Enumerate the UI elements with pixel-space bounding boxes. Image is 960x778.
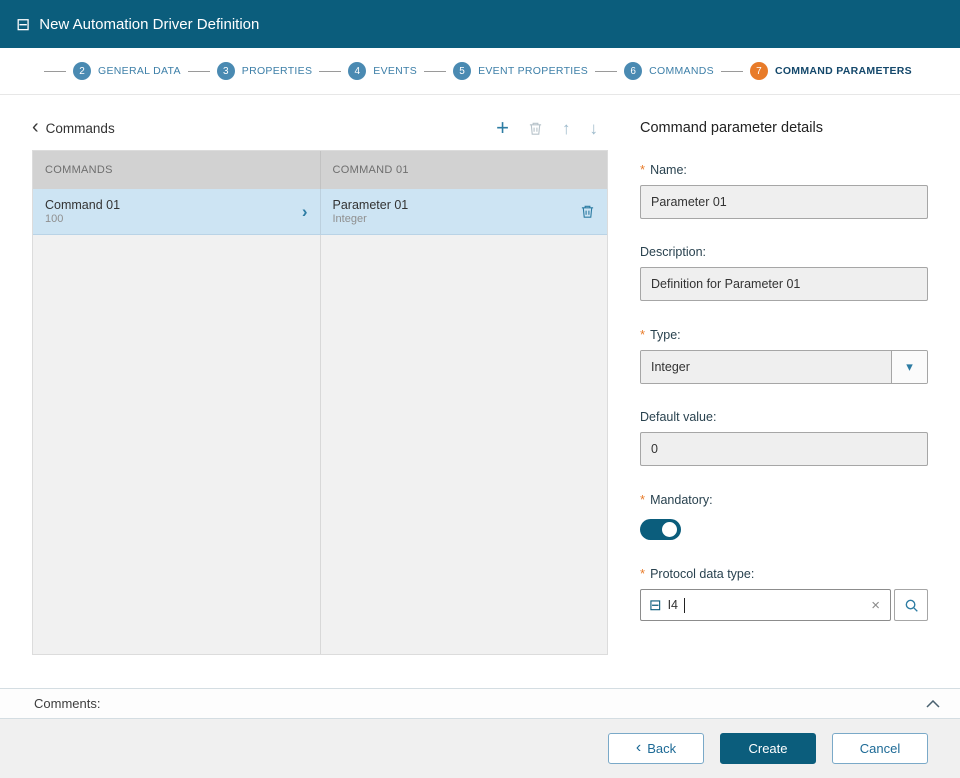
chevron-left-icon: ‹: [32, 117, 39, 137]
back-button[interactable]: ‹ Back: [608, 733, 704, 764]
clear-icon[interactable]: ×: [869, 598, 882, 613]
required-marker: *: [640, 566, 645, 581]
step-connector-line: [319, 71, 341, 72]
type-select-value: Integer: [641, 351, 891, 383]
step-label: EVENT PROPERTIES: [478, 65, 588, 77]
step-label: EVENTS: [373, 65, 417, 77]
new-automation-driver-dialog: ⊟ New Automation Driver Definition 2 GEN…: [0, 0, 960, 778]
column-header-commands: COMMANDS: [33, 151, 320, 189]
name-label: * Name:: [640, 162, 928, 177]
chevron-down-icon[interactable]: ▾: [891, 351, 927, 383]
step-number-badge: 2: [73, 62, 91, 80]
trash-icon[interactable]: [580, 204, 595, 219]
command-list-item[interactable]: Command 01 100 ›: [33, 189, 320, 235]
step-general-data[interactable]: 2 GENERAL DATA: [44, 62, 188, 80]
step-label: GENERAL DATA: [98, 65, 181, 77]
mandatory-toggle[interactable]: [640, 519, 681, 540]
protocol-data-type-label: * Protocol data type:: [640, 566, 928, 581]
commands-panel-header: ‹ Commands + ↑ ↓: [32, 110, 608, 146]
step-label: COMMANDS: [649, 65, 714, 77]
footer: ‹ Back Create Cancel: [0, 719, 960, 778]
protocol-data-type-row: ⊟ I4 ×: [640, 589, 928, 621]
step-properties[interactable]: 3 PROPERTIES: [188, 62, 320, 80]
text-cursor: [684, 598, 685, 613]
step-number-badge: 4: [348, 62, 366, 80]
parameter-list-item[interactable]: Parameter 01 Integer: [320, 189, 608, 235]
trash-icon[interactable]: [528, 121, 543, 136]
commands-back-button[interactable]: ‹ Commands: [32, 120, 115, 137]
type-label: * Type:: [640, 327, 928, 342]
command-subtitle: 100: [45, 213, 120, 225]
table-row: Command 01 100 › Parameter 01 Integer: [33, 189, 607, 235]
protocol-data-type-value: I4: [668, 598, 678, 612]
table-empty-area: [33, 235, 607, 654]
parameter-subtitle: Integer: [333, 213, 409, 225]
description-field[interactable]: [640, 267, 928, 301]
step-connector-line: [424, 71, 446, 72]
add-icon[interactable]: +: [496, 117, 509, 139]
step-number-badge: 3: [217, 62, 235, 80]
table-header-row: COMMANDS COMMAND 01: [33, 151, 607, 189]
step-number-badge: 5: [453, 62, 471, 80]
parameters-empty-column: [320, 235, 608, 654]
command-parameter-details-panel: Command parameter details * Name: Descri…: [640, 110, 928, 621]
mandatory-label: * Mandatory:: [640, 492, 928, 507]
arrow-up-icon[interactable]: ↑: [562, 120, 571, 137]
details-title: Command parameter details: [640, 120, 928, 136]
name-field[interactable]: [640, 185, 928, 219]
step-label: COMMAND PARAMETERS: [775, 65, 912, 77]
required-marker: *: [640, 162, 645, 177]
titlebar: ⊟ New Automation Driver Definition: [0, 0, 960, 48]
commands-toolbar: + ↑ ↓: [496, 117, 608, 139]
step-event-properties[interactable]: 5 EVENT PROPERTIES: [424, 62, 595, 80]
column-header-command-01: COMMAND 01: [320, 151, 608, 189]
parameter-title: Parameter 01: [333, 198, 409, 212]
chevron-right-icon[interactable]: ›: [302, 202, 308, 222]
arrow-down-icon[interactable]: ↓: [590, 120, 599, 137]
required-marker: *: [640, 327, 645, 342]
create-button[interactable]: Create: [720, 733, 816, 764]
type-select[interactable]: Integer ▾: [640, 350, 928, 384]
step-events[interactable]: 4 EVENTS: [319, 62, 424, 80]
driver-icon: ⊟: [16, 16, 30, 33]
step-command-parameters[interactable]: 7 COMMAND PARAMETERS: [721, 62, 919, 80]
toggle-knob: [662, 522, 677, 537]
step-number-badge: 6: [624, 62, 642, 80]
default-value-field[interactable]: [640, 432, 928, 466]
protocol-data-type-field[interactable]: ⊟ I4 ×: [640, 589, 891, 621]
wizard-stepper: 2 GENERAL DATA 3 PROPERTIES 4 EVENTS 5 E…: [0, 48, 960, 95]
cancel-button[interactable]: Cancel: [832, 733, 928, 764]
chevron-up-icon[interactable]: [926, 700, 940, 708]
description-label: Description:: [640, 245, 928, 259]
commands-empty-column: [33, 235, 320, 654]
step-commands[interactable]: 6 COMMANDS: [595, 62, 721, 80]
step-label: PROPERTIES: [242, 65, 313, 77]
required-marker: *: [640, 492, 645, 507]
driver-icon: ⊟: [649, 598, 662, 613]
step-connector-line: [595, 71, 617, 72]
step-connector-line: [721, 71, 743, 72]
step-number-badge: 7: [750, 62, 768, 80]
step-connector-line: [44, 71, 66, 72]
commands-panel-title: Commands: [46, 121, 115, 136]
comments-bar: Comments:: [0, 688, 960, 719]
chevron-left-icon: ‹: [636, 740, 641, 756]
comments-label: Comments:: [34, 696, 100, 711]
default-value-label: Default value:: [640, 410, 928, 424]
command-title: Command 01: [45, 198, 120, 212]
search-icon[interactable]: [894, 589, 928, 621]
commands-table: COMMANDS COMMAND 01 Command 01 100 › Par…: [32, 150, 608, 655]
dialog-title: New Automation Driver Definition: [39, 16, 259, 33]
step-connector-line: [188, 71, 210, 72]
